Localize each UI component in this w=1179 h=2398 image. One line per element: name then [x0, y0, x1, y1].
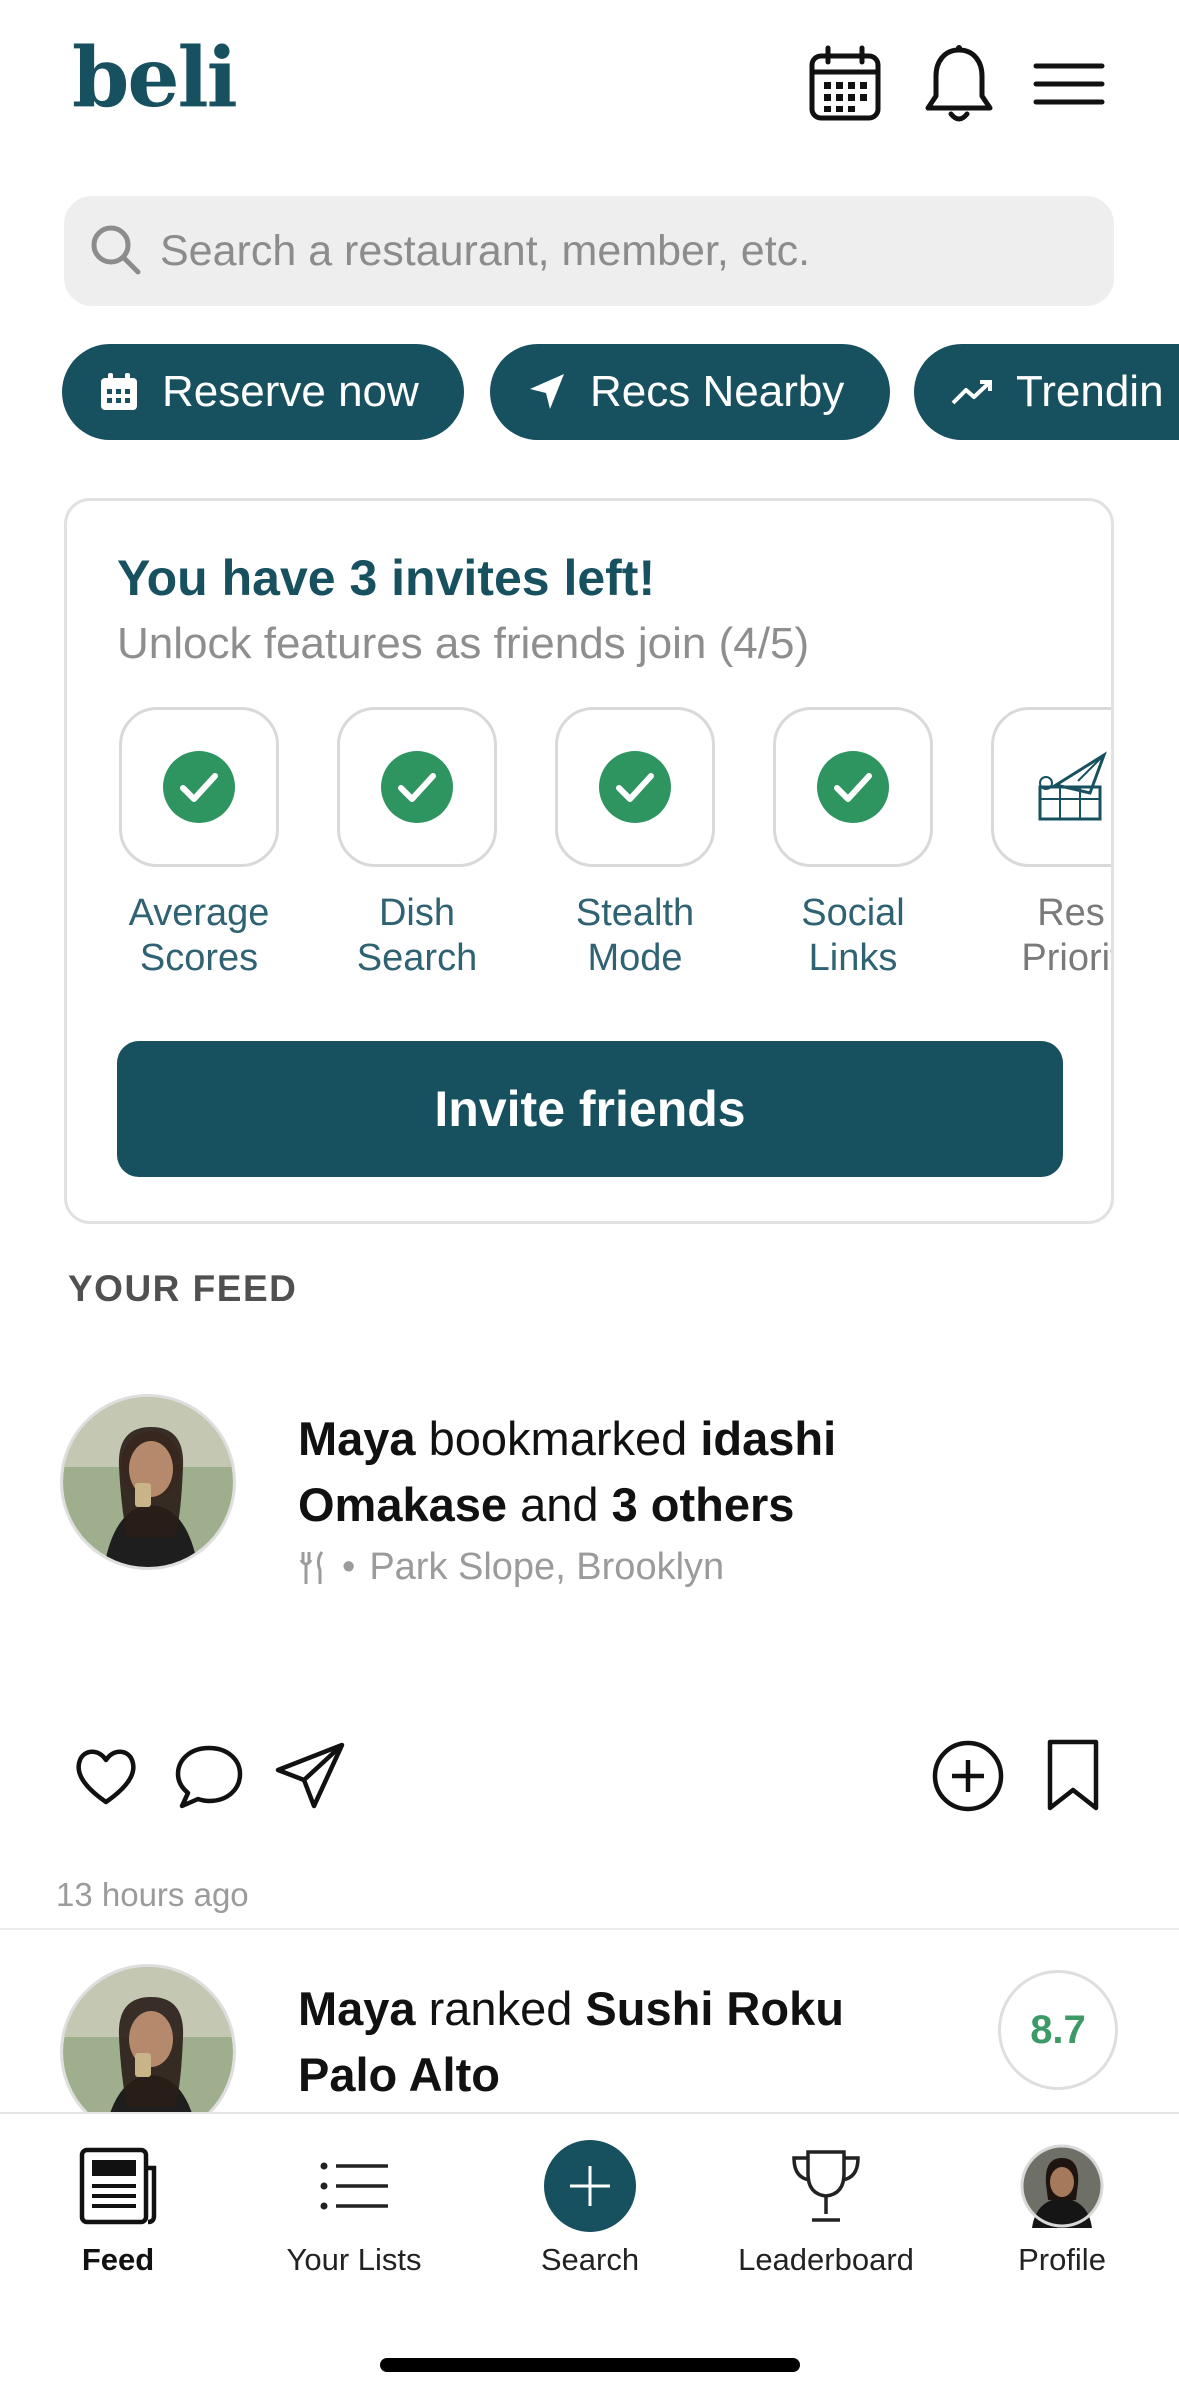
feed-user-name[interactable]: Maya	[298, 1412, 416, 1465]
tab-search[interactable]: Search	[472, 2140, 708, 2278]
bell-icon[interactable]	[914, 40, 1004, 130]
trending-up-icon	[950, 377, 994, 407]
search-bar[interactable]	[64, 196, 1114, 306]
check-icon	[599, 751, 671, 823]
feed-connector: and	[507, 1478, 612, 1531]
tab-label: Leaderboard	[738, 2242, 914, 2277]
reservation-illustration-icon	[1038, 751, 1107, 821]
search-icon	[91, 225, 141, 275]
invite-title: You have 3 invites left!	[117, 550, 656, 606]
feed-verb: bookmarked	[415, 1412, 701, 1465]
beli-logo: beli	[72, 30, 238, 126]
bookmark-icon[interactable]	[1044, 1738, 1102, 1819]
chip-label: Reserve now	[162, 367, 419, 416]
feature-label: Dish Search	[356, 892, 478, 979]
location-separator: •	[342, 1546, 356, 1588]
home-indicator[interactable]	[380, 2358, 800, 2372]
feature-res-priority: Res Priorit	[991, 707, 1111, 981]
invite-subtitle: Unlock features as friends join (4/5)	[117, 619, 810, 668]
score-badge: 8.7	[998, 1970, 1118, 2090]
feed-section-label: YOUR FEED	[68, 1268, 298, 1309]
tab-feed[interactable]: Feed	[0, 2144, 236, 2278]
newspaper-icon	[79, 2147, 157, 2225]
tab-leaderboard[interactable]: Leaderboard	[708, 2144, 944, 2278]
chip-label: Recs Nearby	[590, 367, 845, 416]
reserve-now-chip[interactable]: Reserve now	[62, 344, 464, 440]
feed-item-text[interactable]: Maya bookmarked idashi Omakase and 3 oth…	[298, 1406, 938, 1538]
check-icon	[817, 751, 889, 823]
tab-label: Profile	[1018, 2242, 1106, 2277]
trophy-icon	[792, 2150, 860, 2222]
tab-profile[interactable]: Profile	[944, 2144, 1179, 2278]
feed-verb: ranked	[415, 1982, 586, 2035]
menu-icon[interactable]	[1024, 40, 1114, 130]
chip-label: Trendin	[1016, 367, 1164, 416]
share-icon[interactable]	[274, 1740, 348, 1817]
feature-label: Average Scores	[128, 892, 270, 979]
trending-chip[interactable]: Trendin	[914, 344, 1179, 440]
utensils-icon	[299, 1550, 324, 1584]
recs-nearby-chip[interactable]: Recs Nearby	[490, 344, 890, 440]
feed-location: • Park Slope, Brooklyn	[298, 1546, 724, 1589]
plus-icon	[544, 2140, 636, 2232]
feed-item-text[interactable]: Maya ranked Sushi Roku Palo Alto	[298, 1976, 918, 2108]
feature-dish-search: Dish Search	[337, 707, 497, 981]
check-icon	[381, 751, 453, 823]
tab-bar: Feed Your Lists Search Leaderboard Profi…	[0, 2112, 1179, 2398]
feature-label: Stealth Mode	[575, 892, 695, 979]
calendar-icon	[98, 371, 140, 413]
invite-card: You have 3 invites left! Unlock features…	[64, 498, 1114, 1224]
calendar-icon[interactable]	[800, 40, 890, 130]
feed-user-name[interactable]: Maya	[298, 1982, 416, 2035]
check-icon	[163, 751, 235, 823]
feed-extra[interactable]: 3 others	[612, 1478, 795, 1531]
tab-label: Feed	[81, 2242, 155, 2277]
feature-average-scores: Average Scores	[119, 707, 279, 981]
comment-icon[interactable]	[172, 1740, 246, 1817]
feature-stealth-mode: Stealth Mode	[555, 707, 715, 981]
like-icon[interactable]	[70, 1740, 142, 1817]
search-input[interactable]	[160, 196, 1080, 306]
tab-your-lists[interactable]: Your Lists	[236, 2144, 472, 2278]
tab-label: Search	[540, 2242, 640, 2277]
tab-label: Your Lists	[286, 2242, 422, 2277]
profile-avatar	[1020, 2144, 1104, 2228]
feature-label: Social Links	[801, 892, 905, 979]
feature-label: Res Priorit	[1021, 892, 1114, 979]
feed-divider	[0, 1928, 1179, 1930]
navigation-arrow-icon	[526, 371, 568, 413]
add-circle-icon[interactable]	[930, 1738, 1006, 1819]
feed-timestamp: 13 hours ago	[56, 1876, 249, 1913]
avatar[interactable]	[60, 1394, 236, 1570]
feature-social-links: Social Links	[773, 707, 933, 981]
location-text: Park Slope, Brooklyn	[369, 1546, 725, 1588]
list-icon	[320, 2162, 388, 2210]
invite-friends-button[interactable]: Invite friends	[117, 1041, 1063, 1177]
